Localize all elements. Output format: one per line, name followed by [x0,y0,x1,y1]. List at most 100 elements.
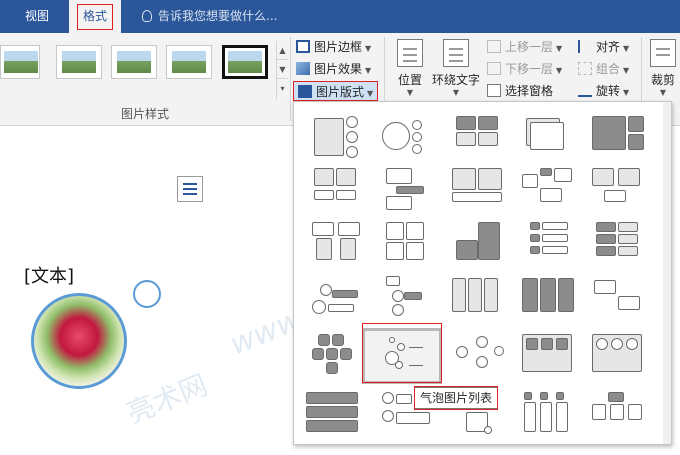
bring-forward-button[interactable]: 上移一层 ▼ [487,37,562,57]
chevron-down-icon: ▼ [556,44,563,53]
rotate-button[interactable]: 旋转 ▼ [578,81,629,101]
picture-style-1[interactable] [0,45,40,79]
tell-me-search[interactable]: 告诉我您想要做什么... [142,0,277,33]
layout-option[interactable] [450,166,510,212]
layout-option[interactable] [590,220,650,266]
position-label: 位置 [397,73,422,87]
wrap-text-label: 环绕文字 [431,73,480,87]
align-icon [578,40,592,53]
group-label: 组合 [596,62,621,76]
chevron-down-icon: ▼ [365,66,372,75]
selection-pane-icon [487,84,501,97]
layout-option[interactable] [590,274,650,320]
dropdown-scrollbar[interactable] [663,102,671,444]
send-backward-label: 下移一层 [505,62,554,76]
layout-option[interactable] [310,274,370,320]
layout-option[interactable] [520,220,580,266]
gallery-more-icon[interactable]: ▾ [277,79,288,98]
layout-option[interactable] [380,220,440,266]
picture-styles-gallery: ▲ ▼ ▾ [0,33,290,99]
crop-icon [650,39,676,67]
send-backward-icon [487,62,501,75]
layout-option[interactable] [450,114,510,160]
layout-option[interactable] [450,220,510,266]
lightbulb-icon [142,10,152,22]
picture-style-4[interactable] [166,45,212,79]
selection-pane-button[interactable]: 选择窗格 [487,81,553,101]
ribbon-tab-bar: 视图 格式 告诉我您想要做什么... [0,0,680,33]
layout-option[interactable] [310,330,370,376]
layout-option[interactable] [304,390,364,436]
position-icon [397,39,423,67]
picture-layout-icon [298,85,312,98]
selection-pane-label: 选择窗格 [505,84,554,98]
group-icon [578,62,592,75]
picture-style-3[interactable] [111,45,157,79]
layout-option[interactable] [450,274,510,320]
chevron-down-icon: ▼ [659,88,667,97]
layout-option[interactable] [380,274,440,320]
layout-option[interactable] [520,274,580,320]
layout-option[interactable] [520,330,580,376]
picture-effects-label: 图片效果 [314,62,363,76]
chevron-down-icon: ▼ [556,66,563,75]
layout-option[interactable] [310,114,370,160]
layout-option[interactable] [590,166,650,212]
ribbon-separator [290,37,291,121]
chevron-down-icon: ▼ [365,44,372,53]
group-button[interactable]: 组合 ▼ [578,59,629,79]
gallery-scrollbar[interactable]: ▲ ▼ ▾ [276,41,288,99]
layout-option[interactable] [452,330,512,376]
layout-option[interactable] [310,166,370,212]
send-backward-button[interactable]: 下移一层 ▼ [487,59,562,79]
layout-option[interactable] [520,390,580,436]
gallery-up-icon[interactable]: ▲ [277,41,288,60]
bring-forward-icon [487,40,501,53]
bring-forward-label: 上移一层 [505,40,554,54]
tab-format[interactable]: 格式 [69,0,121,33]
align-label: 对齐 [596,40,621,54]
align-button[interactable]: 对齐 ▼ [578,37,629,57]
watermark-brand: 亮术网 [121,368,213,431]
chevron-down-icon: ▼ [367,89,374,98]
layout-option[interactable] [310,220,370,266]
layout-option[interactable] [520,166,580,212]
picture-style-5[interactable] [222,45,268,79]
picture-border-label: 图片边框 [314,40,363,54]
picture-flower-image[interactable] [31,293,127,389]
tab-format-highlight [77,4,113,30]
position-button[interactable]: 位置 ▼ [392,39,428,97]
rotate-icon [578,84,592,97]
smartart-small-circle[interactable] [133,280,161,308]
smartart-text-placeholder[interactable]: [文本] [24,262,74,288]
layout-options-icon[interactable] [177,176,203,202]
tell-me-placeholder: 告诉我您想要做什么... [158,9,278,23]
chevron-down-icon: ▼ [623,66,630,75]
picture-styles-group-label: 图片样式 [120,107,169,121]
tooltip-highlight [414,386,498,410]
picture-layout-button[interactable]: 图片版式 ▼ [293,81,379,101]
chevron-down-icon: ▼ [623,88,630,97]
layout-option[interactable] [380,166,440,212]
crop-button[interactable]: 裁剪 ▼ [646,39,680,97]
picture-border-button[interactable]: 图片边框 ▼ [296,37,371,57]
chevron-down-icon: ▼ [452,88,460,97]
picture-effects-icon [296,62,310,75]
bubble-picture-list-highlight [362,323,442,383]
picture-layout-label: 图片版式 [316,85,365,99]
layout-option[interactable] [520,114,580,160]
crop-label: 裁剪 [650,73,675,87]
picture-effects-button[interactable]: 图片效果 ▼ [296,59,371,79]
layout-option[interactable] [590,390,650,436]
wrap-text-button[interactable]: 环绕文字 ▼ [430,39,482,97]
picture-border-icon [296,40,310,53]
chevron-down-icon: ▼ [623,44,630,53]
layout-option[interactable] [590,114,650,160]
gallery-down-icon[interactable]: ▼ [277,60,288,79]
picture-style-2[interactable] [56,45,102,79]
layout-option[interactable] [380,114,440,160]
layout-option[interactable] [590,330,650,376]
wrap-text-icon [443,39,469,67]
tab-view[interactable]: 视图 [14,0,60,33]
chevron-down-icon: ▼ [406,88,414,97]
